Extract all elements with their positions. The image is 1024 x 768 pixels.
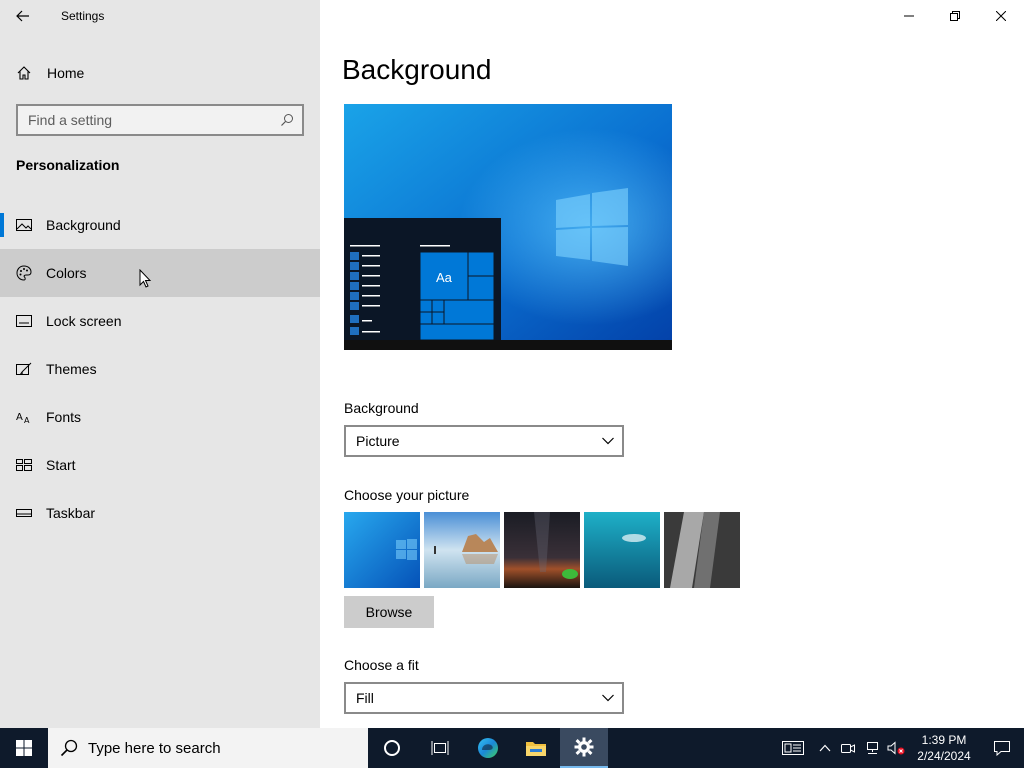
sidebar-item-lock-screen[interactable]: Lock screen <box>0 297 320 345</box>
settings-taskbar-button[interactable] <box>560 728 608 768</box>
edge-button[interactable] <box>464 728 512 768</box>
sidebar-item-taskbar[interactable]: Taskbar <box>0 489 320 537</box>
sidebar-item-label: Colors <box>46 265 87 281</box>
close-icon <box>996 11 1006 21</box>
chevron-down-icon <box>602 694 614 702</box>
restore-icon <box>950 11 960 21</box>
svg-text:A: A <box>16 412 23 423</box>
network-icon <box>867 742 878 754</box>
svg-text:A: A <box>24 416 30 424</box>
background-label: Background <box>344 400 419 416</box>
sidebar-item-label: Background <box>46 217 121 233</box>
restore-button[interactable] <box>932 0 978 32</box>
titlebar-left: Settings <box>0 0 320 32</box>
chevron-up-icon <box>819 744 831 752</box>
picture-thumbnail-underwater[interactable] <box>584 512 660 588</box>
task-view-icon <box>431 741 449 755</box>
camera-icon <box>841 744 855 753</box>
file-explorer-button[interactable] <box>512 728 560 768</box>
minimize-icon <box>904 15 914 17</box>
sidebar-item-label: Themes <box>46 361 97 377</box>
system-clock[interactable]: 1:39 PM 2/24/2024 <box>908 732 980 764</box>
sidebar-item-label: Home <box>47 65 85 81</box>
close-button[interactable] <box>978 0 1024 32</box>
picture-thumbnails <box>344 512 740 588</box>
news-button[interactable] <box>778 728 808 768</box>
start-icon <box>16 457 32 473</box>
lock-screen-icon <box>16 313 32 329</box>
window-controls <box>886 0 1024 32</box>
sidebar-item-home[interactable]: Home <box>0 52 320 94</box>
task-view-button[interactable] <box>416 728 464 768</box>
meet-now-button[interactable] <box>836 728 860 768</box>
background-preview: Aa <box>344 104 672 350</box>
picture-thumbnail-windows[interactable] <box>344 512 420 588</box>
taskbar: Type here to search 1:39 PM 2/24/2024 <box>0 728 1024 768</box>
image-icon <box>16 217 32 233</box>
search-box[interactable] <box>16 104 304 136</box>
fit-label: Choose a fit <box>344 657 419 673</box>
sidebar-item-label: Start <box>46 457 76 473</box>
background-dropdown[interactable]: Picture <box>344 425 624 457</box>
taskbar-search-placeholder: Type here to search <box>88 739 221 757</box>
network-button[interactable] <box>860 728 884 768</box>
cortana-icon <box>384 740 400 756</box>
sidebar-item-background[interactable]: Background <box>0 201 320 249</box>
back-button[interactable] <box>0 0 46 32</box>
sidebar: Settings Home Personalization Background… <box>0 0 320 728</box>
sidebar-item-label: Taskbar <box>46 505 96 521</box>
windows-logo-icon <box>16 740 32 756</box>
cortana-button[interactable] <box>368 728 416 768</box>
system-tray: 1:39 PM 2/24/2024 <box>778 728 1024 768</box>
volume-muted-icon <box>887 741 905 755</box>
fonts-icon: AA <box>16 409 32 425</box>
chevron-down-icon <box>602 437 614 445</box>
browse-button[interactable]: Browse <box>344 596 434 628</box>
edge-icon <box>478 738 498 758</box>
palette-icon <box>16 265 32 281</box>
app-title: Settings <box>61 9 105 23</box>
gear-icon <box>574 737 594 757</box>
themes-icon <box>16 361 32 377</box>
taskbar-search-box[interactable]: Type here to search <box>48 728 368 768</box>
notification-icon <box>994 741 1010 756</box>
folder-icon <box>526 742 546 756</box>
picture-thumbnail-cliff[interactable] <box>664 512 740 588</box>
volume-button[interactable] <box>884 728 908 768</box>
background-dropdown-value: Picture <box>356 433 400 449</box>
sidebar-item-themes[interactable]: Themes <box>0 345 320 393</box>
clock-time: 1:39 PM <box>921 733 967 747</box>
fit-dropdown[interactable]: Fill <box>344 682 624 714</box>
sidebar-item-start[interactable]: Start <box>0 441 320 489</box>
page-title: Background <box>342 54 492 85</box>
action-center-button[interactable] <box>980 728 1024 768</box>
main-content: Background Aa Background Picture Choose … <box>320 0 1024 728</box>
fit-dropdown-value: Fill <box>356 690 374 706</box>
picture-thumbnail-night-sky[interactable] <box>504 512 580 588</box>
picture-thumbnail-beach-rocks[interactable] <box>424 512 500 588</box>
nav-list: Background Colors Lock screen Themes AA <box>0 201 320 537</box>
search-icon <box>60 739 78 757</box>
sidebar-item-label: Lock screen <box>46 313 122 329</box>
sidebar-item-label: Fonts <box>46 409 82 425</box>
sidebar-item-colors[interactable]: Colors <box>0 249 320 297</box>
clock-date: 2/24/2024 <box>917 749 971 763</box>
section-title: Personalization <box>16 157 120 173</box>
preview-sample-text: Aa <box>436 270 453 285</box>
show-hidden-icons-button[interactable] <box>814 728 836 768</box>
back-arrow-icon <box>16 10 29 22</box>
search-input[interactable] <box>28 112 280 128</box>
home-icon <box>17 66 31 80</box>
taskbar-icon <box>16 505 32 521</box>
start-button[interactable] <box>0 728 48 768</box>
minimize-button[interactable] <box>886 0 932 32</box>
mouse-cursor-icon <box>139 269 152 288</box>
news-icon <box>782 741 804 755</box>
choose-picture-label: Choose your picture <box>344 487 470 503</box>
search-icon <box>281 114 293 126</box>
sidebar-item-fonts[interactable]: AA Fonts <box>0 393 320 441</box>
